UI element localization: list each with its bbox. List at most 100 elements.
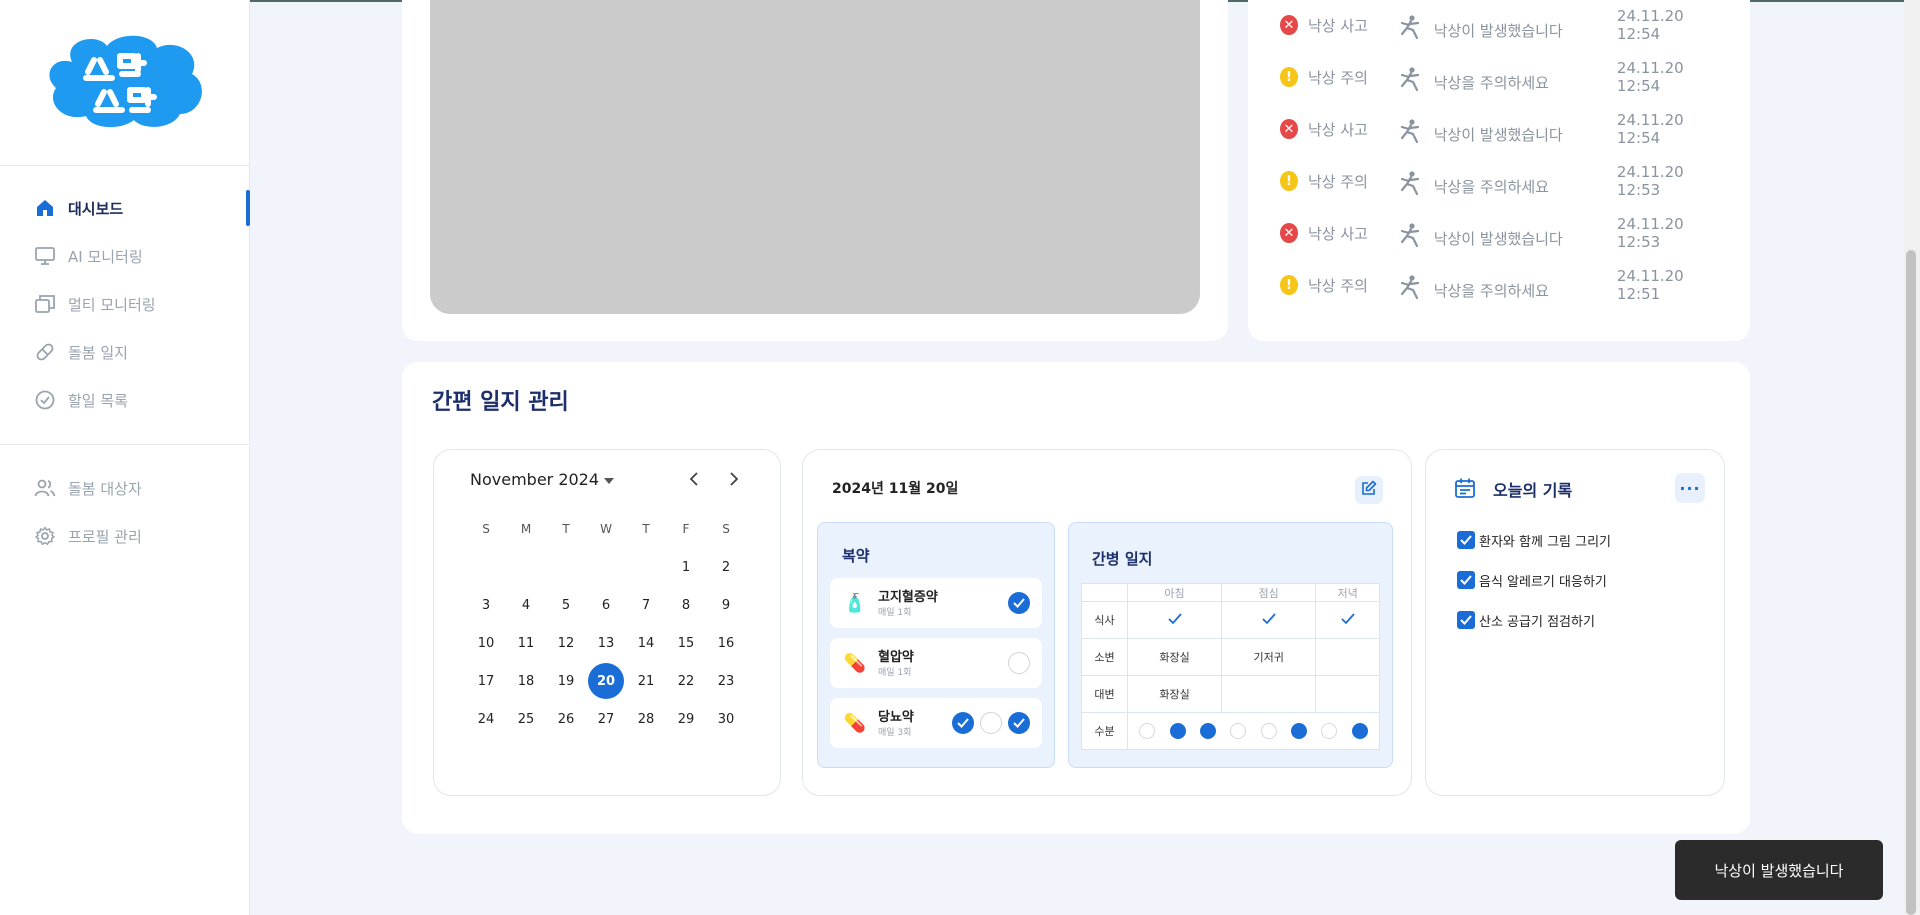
calendar-day — [586, 548, 626, 586]
calendar-day[interactable]: 10 — [466, 624, 506, 662]
calendar-prev-button[interactable] — [684, 470, 704, 490]
nav-care-journal[interactable]: 돌봄 일지 — [0, 332, 250, 372]
calendar-day[interactable]: 7 — [626, 586, 666, 624]
calendar-day[interactable]: 19 — [546, 662, 586, 700]
checkbox[interactable] — [1457, 611, 1475, 629]
pill-icon — [34, 341, 56, 363]
alert-row[interactable]: ✕ 낙상 사고 낙상이 발생했습니다 24.11.20 12:53 — [1280, 215, 1720, 251]
meal-cell[interactable] — [1126, 601, 1223, 639]
water-dot[interactable] — [1321, 723, 1338, 739]
calendar-day[interactable]: 9 — [706, 586, 746, 624]
water-dot[interactable] — [1351, 723, 1368, 739]
meal-cell[interactable] — [1315, 601, 1380, 639]
gear-icon — [34, 525, 56, 547]
chevron-down-icon[interactable] — [604, 478, 614, 484]
calendar-day[interactable]: 17 — [466, 662, 506, 700]
calendar-day[interactable]: 27 — [586, 700, 626, 738]
calendar-day[interactable]: 15 — [666, 624, 706, 662]
nav-multi-monitoring[interactable]: 멀티 모니터링 — [0, 284, 250, 324]
stool-cell[interactable] — [1315, 675, 1380, 713]
alert-type: 낙상 사고 — [1307, 16, 1368, 35]
calendar-day[interactable]: 3 — [466, 586, 506, 624]
water-dot[interactable] — [1230, 723, 1247, 739]
home-icon — [34, 197, 56, 219]
calendar-day[interactable]: 11 — [506, 624, 546, 662]
calendar-day[interactable]: 20 — [586, 662, 626, 700]
calendar-day[interactable]: 6 — [586, 586, 626, 624]
calendar-day[interactable]: 8 — [666, 586, 706, 624]
checkbox[interactable] — [1457, 531, 1475, 549]
warning-icon: ! — [1280, 67, 1298, 87]
alert-row[interactable]: ! 낙상 주의 낙상을 주의하세요 24.11.20 12:54 — [1280, 59, 1720, 95]
water-dot[interactable] — [1169, 723, 1186, 739]
nav-dashboard[interactable]: 대시보드 — [0, 188, 250, 228]
care-log-title: 간병 일지 — [1092, 550, 1153, 568]
row-label: 수분 — [1081, 712, 1128, 750]
scrollbar-thumb[interactable] — [1906, 250, 1916, 915]
alert-row[interactable]: ✕ 낙상 사고 낙상이 발생했습니다 24.11.20 12:54 — [1280, 7, 1720, 43]
medication-check[interactable] — [1008, 592, 1030, 614]
nav-profile-settings[interactable]: 프로필 관리 — [0, 516, 250, 556]
nav-ai-monitoring[interactable]: AI 모니터링 — [0, 236, 250, 276]
calendar-day[interactable]: 1 — [666, 548, 706, 586]
calendar-day — [506, 548, 546, 586]
calendar-day[interactable]: 13 — [586, 624, 626, 662]
more-button[interactable]: ··· — [1675, 473, 1705, 503]
alert-row[interactable]: ✕ 낙상 사고 낙상이 발생했습니다 24.11.20 12:54 — [1280, 111, 1720, 147]
nav-todo-list[interactable]: 할일 목록 — [0, 380, 250, 420]
calendar-day[interactable]: 30 — [706, 700, 746, 738]
calendar-day[interactable]: 12 — [546, 624, 586, 662]
calendar-day[interactable]: 26 — [546, 700, 586, 738]
checkbox[interactable] — [1457, 571, 1475, 589]
alert-row[interactable]: ! 낙상 주의 낙상을 주의하세요 24.11.20 12:51 — [1280, 267, 1720, 303]
edit-button[interactable] — [1355, 476, 1383, 504]
nav-care-recipients[interactable]: 돌봄 대상자 — [0, 468, 250, 508]
sidebar-divider — [0, 444, 250, 445]
water-dot[interactable] — [1139, 723, 1156, 739]
stool-cell[interactable]: 화장실 — [1126, 675, 1223, 713]
urine-cell[interactable]: 기저귀 — [1221, 638, 1317, 676]
medication-check[interactable] — [980, 712, 1002, 734]
calendar-month[interactable]: November 2024 — [470, 470, 599, 489]
medication-check[interactable] — [1008, 712, 1030, 734]
calendar-day[interactable]: 25 — [506, 700, 546, 738]
fall-person-icon — [1398, 222, 1424, 248]
day-number: 10 — [477, 635, 495, 651]
alert-row[interactable]: ! 낙상 주의 낙상을 주의하세요 24.11.20 12:53 — [1280, 163, 1720, 199]
app-logo[interactable] — [42, 32, 208, 130]
calendar-day[interactable]: 5 — [546, 586, 586, 624]
medication-check[interactable] — [952, 712, 974, 734]
meal-cell[interactable] — [1221, 601, 1317, 639]
day-number: 9 — [721, 597, 731, 613]
alert-message: 낙상을 주의하세요 — [1433, 73, 1549, 92]
calendar-next-button[interactable] — [724, 470, 744, 490]
medication-name: 당뇨약 — [878, 710, 914, 725]
calendar-day[interactable]: 23 — [706, 662, 746, 700]
calendar-day[interactable]: 14 — [626, 624, 666, 662]
video-feed[interactable] — [430, 0, 1200, 314]
water-dot[interactable] — [1260, 723, 1277, 739]
stool-cell[interactable] — [1221, 675, 1317, 713]
calendar-day[interactable]: 16 — [706, 624, 746, 662]
calendar-day[interactable]: 24 — [466, 700, 506, 738]
water-dot[interactable] — [1291, 723, 1308, 739]
water-dot[interactable] — [1199, 723, 1216, 739]
calendar-day[interactable]: 21 — [626, 662, 666, 700]
calendar-day[interactable]: 22 — [666, 662, 706, 700]
nav-label: 멀티 모니터링 — [68, 295, 156, 314]
calendar-day[interactable]: 29 — [666, 700, 706, 738]
toast-notification[interactable]: 낙상이 발생했습니다 — [1675, 840, 1883, 900]
urine-cell[interactable]: 화장실 — [1126, 638, 1223, 676]
row-label: 소변 — [1081, 638, 1128, 676]
urine-cell[interactable] — [1315, 638, 1380, 676]
calendar-day[interactable]: 2 — [706, 548, 746, 586]
calendar-day[interactable]: 28 — [626, 700, 666, 738]
todo-item[interactable]: 산소 공급기 점검하기 — [1457, 610, 1595, 630]
todo-item[interactable]: 환자와 함께 그림 그리기 — [1457, 530, 1611, 550]
day-number: 29 — [677, 711, 695, 727]
todo-item[interactable]: 음식 알레르기 대응하기 — [1457, 570, 1607, 590]
calendar-day[interactable]: 18 — [506, 662, 546, 700]
calendar-day[interactable]: 4 — [506, 586, 546, 624]
medication-check[interactable] — [1008, 652, 1030, 674]
medication-frequency: 매일 3회 — [878, 728, 912, 738]
